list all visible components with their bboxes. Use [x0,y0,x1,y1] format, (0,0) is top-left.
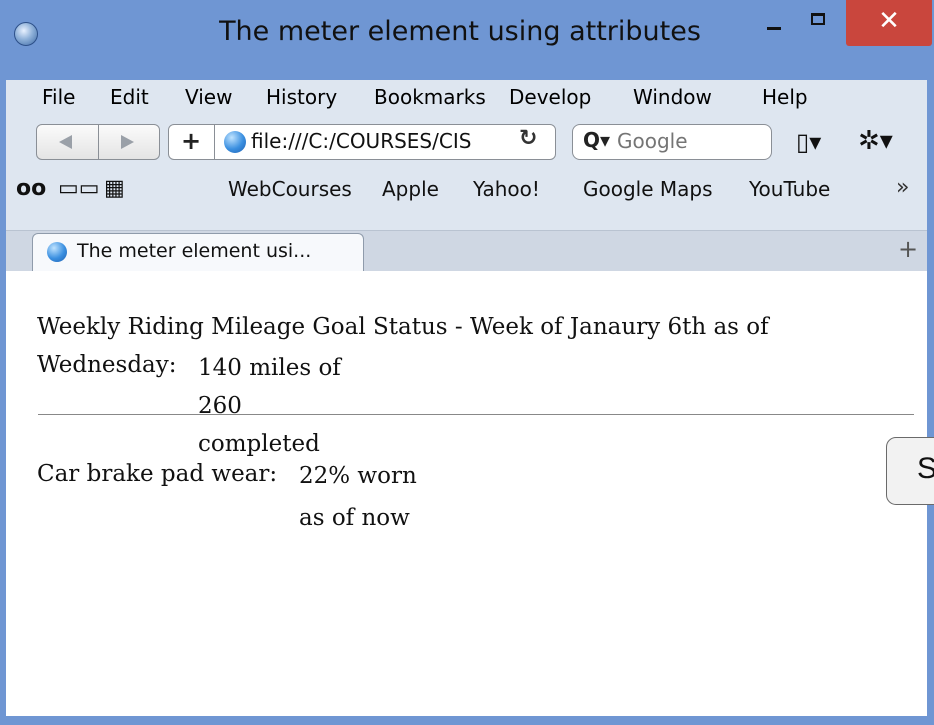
reading-list-icon[interactable]: oo [16,176,46,201]
search-icon[interactable]: Q▾ [583,128,610,152]
browser-window: The meter element using attributes ✕ Fil… [0,0,934,725]
bookmark-youtube[interactable]: YouTube [749,177,830,201]
back-forward-group [36,124,160,160]
new-tab-button[interactable]: + [898,235,918,263]
bookmarks-bar: oo ▭▭ ▦ WebCourses Apple Yahoo! Google M… [6,170,927,208]
brake-pad-label: Car brake pad wear: [37,461,278,487]
horizontal-rule [38,414,914,415]
search-field[interactable]: Q▾ [572,124,772,160]
minimize-button[interactable] [755,0,793,46]
menu-edit[interactable]: Edit [110,85,149,109]
close-icon: ✕ [878,6,900,36]
gear-icon[interactable]: ✲▾ [858,126,893,156]
mileage-heading-line1: Weekly Riding Mileage Goal Status - Week… [37,314,769,340]
menu-help[interactable]: Help [762,85,808,109]
globe-icon [47,242,67,262]
bookmark-webcourses[interactable]: WebCourses [228,177,352,201]
maximize-button[interactable] [797,0,841,46]
bookmarks-book-icon[interactable]: ▭▭ [58,176,100,201]
globe-icon [224,131,246,153]
bookmark-apple[interactable]: Apple [382,177,439,201]
brake-meter-value: 22% worn [299,463,417,489]
tab-label: The meter element usi... [77,240,312,262]
close-button[interactable]: ✕ [846,0,932,46]
address-bar[interactable]: + file:///C:/COURSES/CIS ↻ [168,124,556,160]
top-sites-grid-icon[interactable]: ▦ [104,176,125,201]
chevron-more-icon[interactable]: » [896,175,909,200]
plus-icon[interactable]: + [181,127,201,155]
mileage-meter-value: 140 miles of [198,355,341,381]
menu-file[interactable]: File [42,85,75,109]
start-button[interactable]: S [886,437,934,505]
start-button-label: S [917,452,934,486]
reload-icon[interactable]: ↻ [519,126,537,151]
window-title: The meter element using attributes [219,16,701,47]
address-divider [214,125,215,159]
navigation-toolbar: + file:///C:/COURSES/CIS ↻ Q▾ ▯▾ ✲▾ [6,120,927,164]
page-menu-icon[interactable]: ▯▾ [796,128,821,156]
bookmark-yahoo[interactable]: Yahoo! [473,177,540,201]
url-text[interactable]: file:///C:/COURSES/CIS [251,129,471,153]
tab-active[interactable]: The meter element usi... [32,233,364,271]
mileage-heading-line2: Wednesday: [37,352,177,378]
search-input[interactable] [617,128,757,154]
menu-bar: File Edit View History Bookmarks Develop… [6,80,927,114]
menu-history[interactable]: History [266,85,337,109]
safari-app-icon[interactable] [14,22,38,46]
browser-chrome: File Edit View History Bookmarks Develop… [6,80,927,271]
back-button[interactable] [37,125,99,159]
menu-view[interactable]: View [185,85,232,109]
menu-window[interactable]: Window [633,85,712,109]
menu-develop[interactable]: Develop [509,85,591,109]
title-bar: The meter element using attributes ✕ [0,0,934,80]
mileage-meter-status: completed [198,431,320,457]
menu-bookmarks[interactable]: Bookmarks [374,85,486,109]
brake-meter-status: as of now [299,505,410,531]
tab-bar: The meter element usi... + [6,230,927,271]
forward-button[interactable] [99,125,159,159]
bookmark-google-maps[interactable]: Google Maps [583,177,713,201]
page-content: Weekly Riding Mileage Goal Status - Week… [6,271,934,716]
